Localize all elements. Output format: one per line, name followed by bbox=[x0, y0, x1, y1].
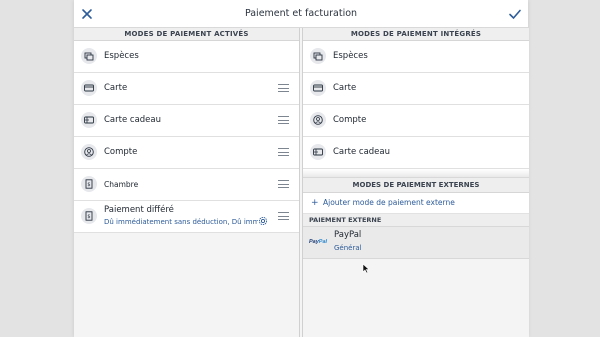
payment-sheet: Paiement et facturation MODES DE PAIEMEN… bbox=[74, 0, 529, 337]
add-external-method-button[interactable]: + Ajouter mode de paiement externe bbox=[303, 193, 529, 214]
list-item-carte-cadeau[interactable]: Carte cadeau bbox=[303, 137, 529, 169]
svg-text:$: $ bbox=[87, 182, 90, 188]
list-item-carte-cadeau[interactable]: Carte cadeau bbox=[74, 105, 299, 137]
external-methods-header: MODES DE PAIEMENT EXTERNES bbox=[303, 178, 529, 193]
enabled-methods-column: MODES DE PAIEMENT ACTIVÉS Espèces Carte … bbox=[74, 28, 300, 337]
list-item-chambre[interactable]: $ Chambre bbox=[74, 169, 299, 201]
card-icon bbox=[81, 80, 97, 96]
list-item-label: Espèces bbox=[104, 51, 139, 61]
list-item-label: Compte bbox=[104, 147, 138, 157]
list-item-label: Carte bbox=[104, 83, 128, 93]
list-item-sublabel: Dû immédiatement sans déduction, Dû immé… bbox=[104, 218, 258, 226]
deferred-bill-icon: $ bbox=[81, 208, 97, 224]
list-item-label: PayPal bbox=[334, 230, 362, 240]
list-item-compte[interactable]: Compte bbox=[74, 137, 299, 169]
integrated-methods-header: MODES DE PAIEMENT INTÉGRÉS bbox=[303, 28, 529, 41]
top-bar: Paiement et facturation bbox=[74, 0, 528, 28]
cash-icon bbox=[310, 48, 326, 64]
checkmark-icon[interactable] bbox=[507, 6, 523, 22]
drag-handle-icon[interactable] bbox=[278, 84, 289, 92]
list-item-especes[interactable]: Espèces bbox=[74, 41, 299, 73]
list-fade bbox=[303, 169, 529, 178]
list-item-label: Carte cadeau bbox=[333, 147, 391, 157]
list-item-label: Carte cadeau bbox=[104, 115, 162, 125]
account-icon bbox=[310, 112, 326, 128]
list-item-carte[interactable]: Carte bbox=[74, 73, 299, 105]
mouse-cursor-icon bbox=[362, 259, 370, 274]
list-item-paiement-differe[interactable]: $ Paiement différé Dû immédiatement sans… bbox=[74, 201, 299, 233]
cash-icon bbox=[81, 48, 97, 64]
drag-handle-icon[interactable] bbox=[278, 212, 289, 220]
card-icon bbox=[310, 80, 326, 96]
add-external-method-label: Ajouter mode de paiement externe bbox=[323, 198, 455, 207]
drag-handle-icon[interactable] bbox=[278, 116, 289, 124]
list-item-carte[interactable]: Carte bbox=[303, 73, 529, 105]
enabled-methods-header: MODES DE PAIEMENT ACTIVÉS bbox=[74, 28, 299, 41]
drag-handle-icon[interactable] bbox=[278, 148, 289, 156]
list-item-paypal[interactable]: PayPal PayPal Général bbox=[303, 227, 529, 259]
list-item-label: Chambre bbox=[104, 180, 139, 189]
account-icon bbox=[81, 144, 97, 160]
list-item-label: Espèces bbox=[333, 51, 368, 61]
plus-icon: + bbox=[311, 198, 319, 208]
paypal-logo-icon: PayPal bbox=[309, 239, 328, 245]
list-item-sublabel: Général bbox=[334, 244, 362, 252]
integrated-methods-column: MODES DE PAIEMENT INTÉGRÉS Espèces Carte… bbox=[302, 28, 529, 337]
gift-card-icon bbox=[81, 112, 97, 128]
list-item-especes[interactable]: Espèces bbox=[303, 41, 529, 73]
list-item-label: Carte bbox=[333, 83, 357, 93]
svg-text:$: $ bbox=[87, 214, 90, 220]
list-item-label: Paiement différé bbox=[104, 205, 174, 215]
gift-card-icon bbox=[310, 144, 326, 160]
list-item-compte[interactable]: Compte bbox=[303, 105, 529, 137]
drag-handle-icon[interactable] bbox=[278, 180, 289, 188]
room-bill-icon: $ bbox=[81, 176, 97, 192]
page-title: Paiement et facturation bbox=[244, 8, 358, 19]
gear-icon[interactable] bbox=[258, 211, 268, 226]
external-payment-subheader: PAIEMENT EXTERNE bbox=[303, 214, 529, 227]
list-item-label: Compte bbox=[333, 115, 367, 125]
